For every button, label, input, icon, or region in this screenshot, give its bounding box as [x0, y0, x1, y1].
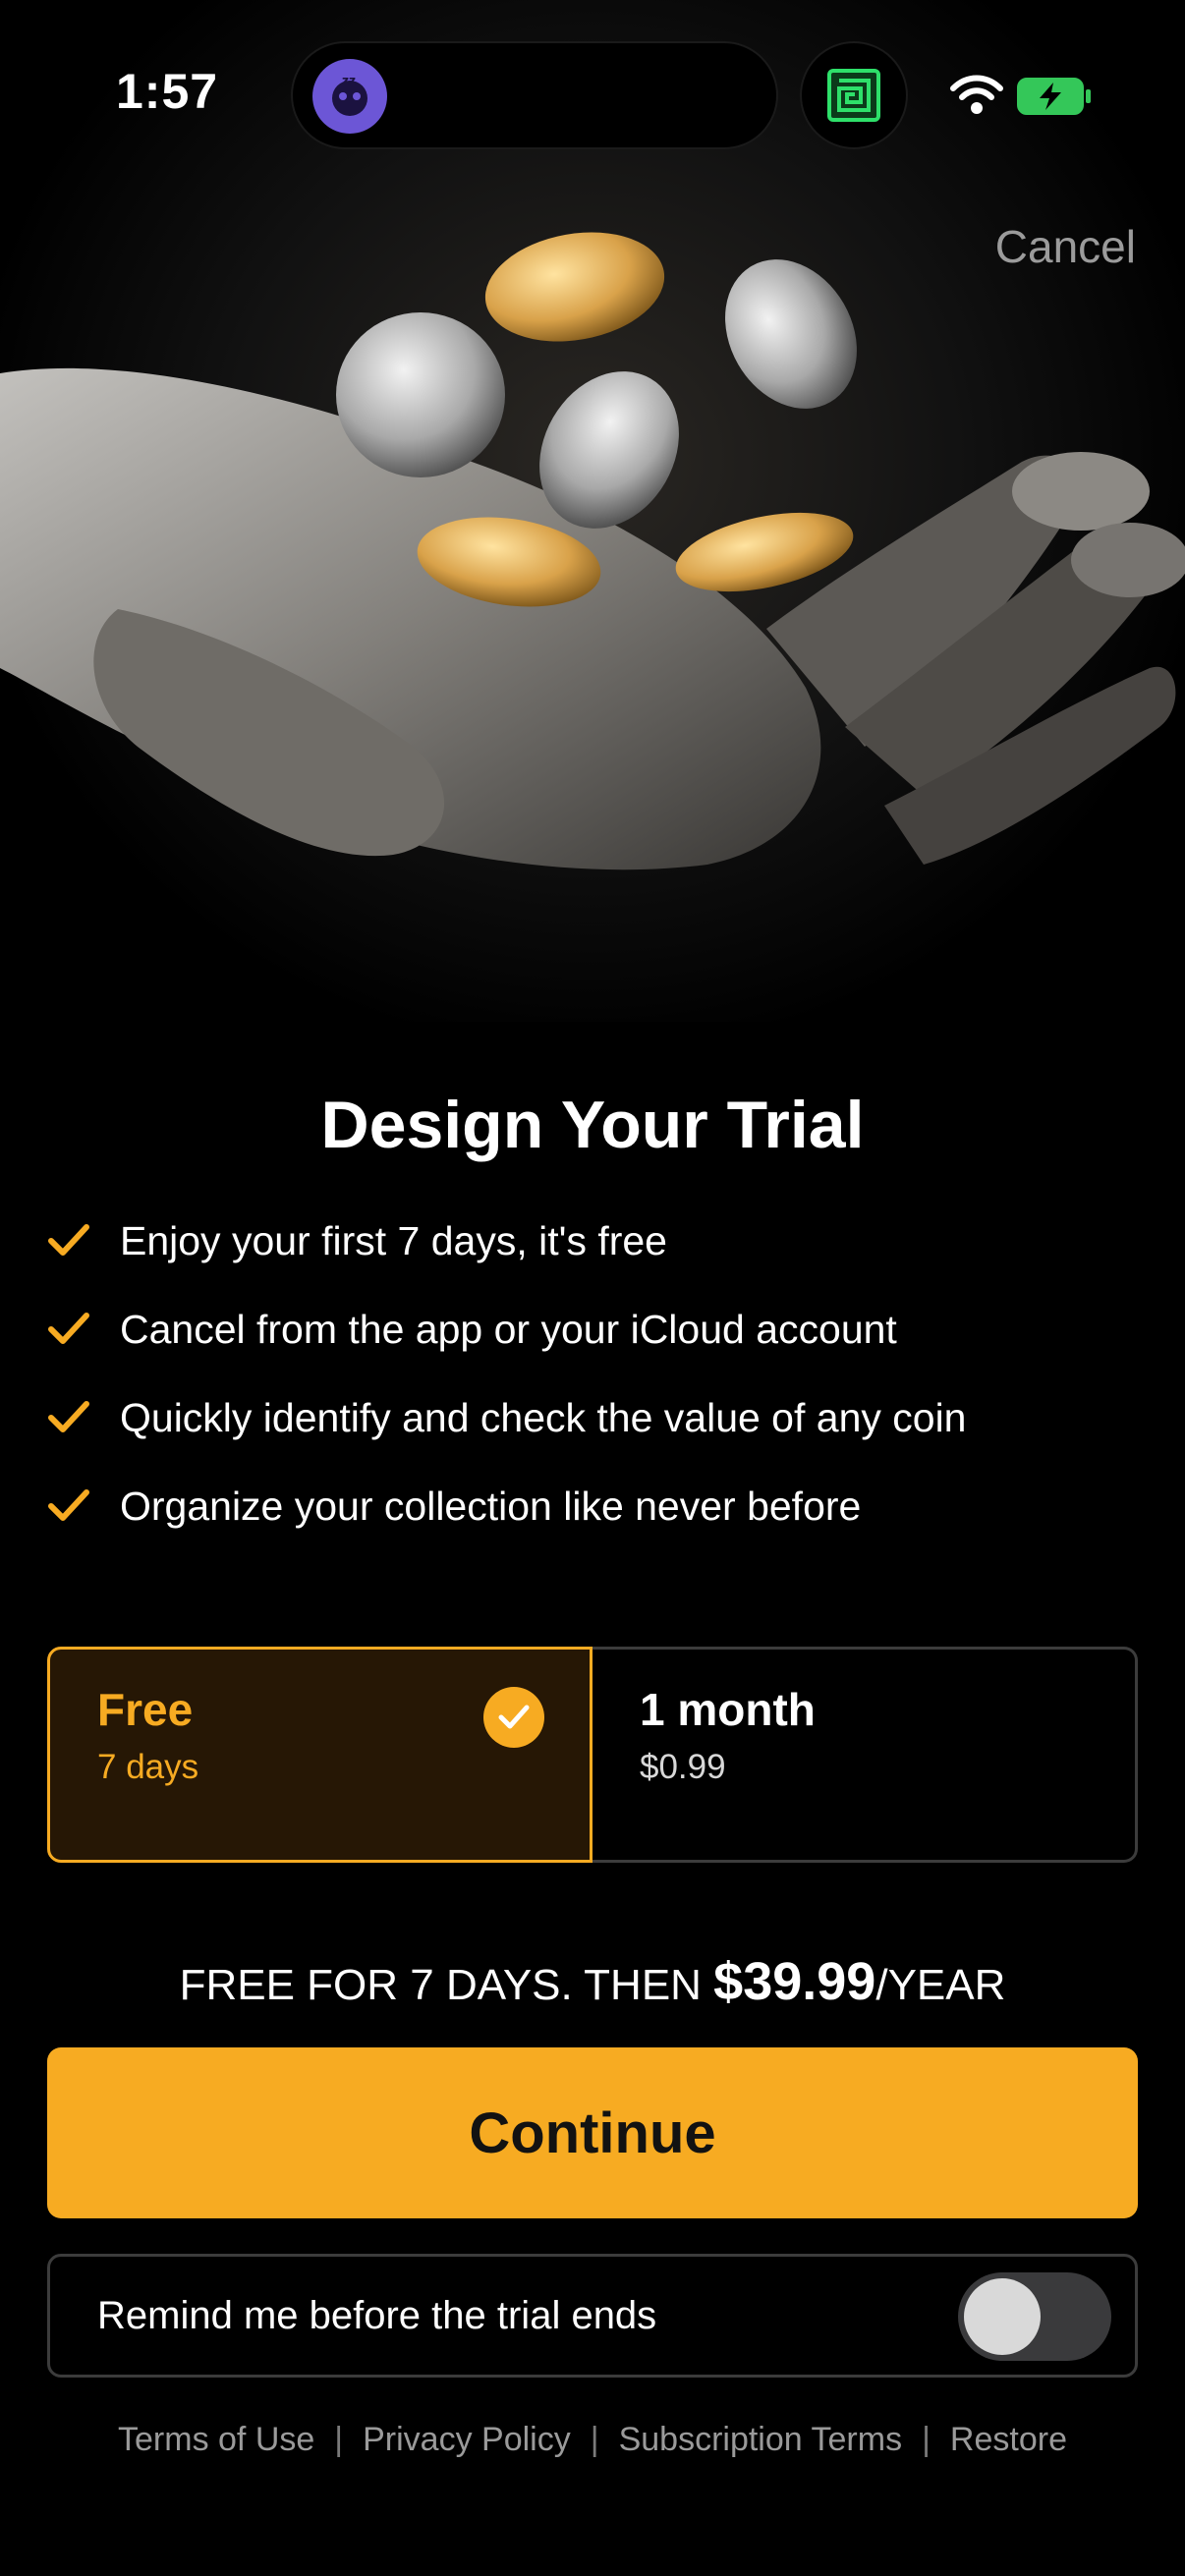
wifi-icon [950, 75, 1003, 114]
pricing-suffix: /YEAR [875, 1961, 1006, 2009]
status-bar: 1:57 zz [0, 0, 1185, 177]
restore-link[interactable]: Restore [950, 2421, 1067, 2459]
maze-app-icon [800, 41, 908, 149]
plan-selector: Free 7 days 1 month $0.99 [47, 1647, 1138, 1863]
svg-text:zz: zz [342, 74, 356, 87]
separator: | [922, 2421, 931, 2458]
plan-name: 1 month [640, 1684, 816, 1735]
reminder-label: Remind me before the trial ends [97, 2293, 657, 2337]
feature-text: Cancel from the app or your iCloud accou… [120, 1306, 897, 1352]
separator: | [334, 2421, 344, 2458]
feature-item: Enjoy your first 7 days, it's free [47, 1197, 966, 1285]
feature-text: Organize your collection like never befo… [120, 1483, 862, 1529]
plan-name: Free [97, 1684, 194, 1735]
pricing-prefix: FREE FOR 7 DAYS. THEN [179, 1961, 714, 2009]
cancel-button[interactable]: Cancel [995, 220, 1136, 273]
feature-list: Enjoy your first 7 days, it's free Cance… [47, 1197, 966, 1550]
checkmark-icon [48, 1401, 89, 1432]
reminder-toggle[interactable] [958, 2272, 1111, 2361]
continue-button[interactable]: Continue [47, 2047, 1138, 2218]
plan-option-free[interactable]: Free 7 days [47, 1647, 592, 1863]
pricing-summary: FREE FOR 7 DAYS. THEN $39.99/YEAR [0, 1951, 1185, 2012]
status-time: 1:57 [116, 64, 219, 119]
privacy-policy-link[interactable]: Privacy Policy [363, 2421, 571, 2459]
subscription-terms-link[interactable]: Subscription Terms [619, 2421, 903, 2459]
feature-text: Enjoy your first 7 days, it's free [120, 1217, 667, 1263]
reminder-row: Remind me before the trial ends [47, 2254, 1138, 2378]
feature-text: Quickly identify and check the value of … [120, 1394, 967, 1440]
separator: | [590, 2421, 599, 2458]
feature-item: Quickly identify and check the value of … [47, 1373, 966, 1462]
plan-option-1-month[interactable]: 1 month $0.99 [592, 1647, 1138, 1863]
checkmark-icon [48, 1489, 89, 1521]
battery-charging-icon [1017, 78, 1091, 115]
footer-links: Terms of Use | Privacy Policy | Subscrip… [0, 2421, 1185, 2459]
plan-price: $0.99 [640, 1748, 726, 1786]
plan-duration: 7 days [97, 1748, 199, 1786]
checkmark-icon [48, 1224, 89, 1256]
toggle-knob [964, 2278, 1041, 2355]
pricing-amount: $39.99 [713, 1952, 876, 2011]
feature-item: Organize your collection like never befo… [47, 1462, 966, 1550]
sleep-app-icon: zz [312, 59, 387, 134]
checkmark-icon [48, 1313, 89, 1344]
feature-item: Cancel from the app or your iCloud accou… [47, 1285, 966, 1373]
terms-of-use-link[interactable]: Terms of Use [118, 2421, 314, 2459]
selected-check-icon [483, 1687, 544, 1748]
page-title: Design Your Trial [320, 1088, 865, 1162]
